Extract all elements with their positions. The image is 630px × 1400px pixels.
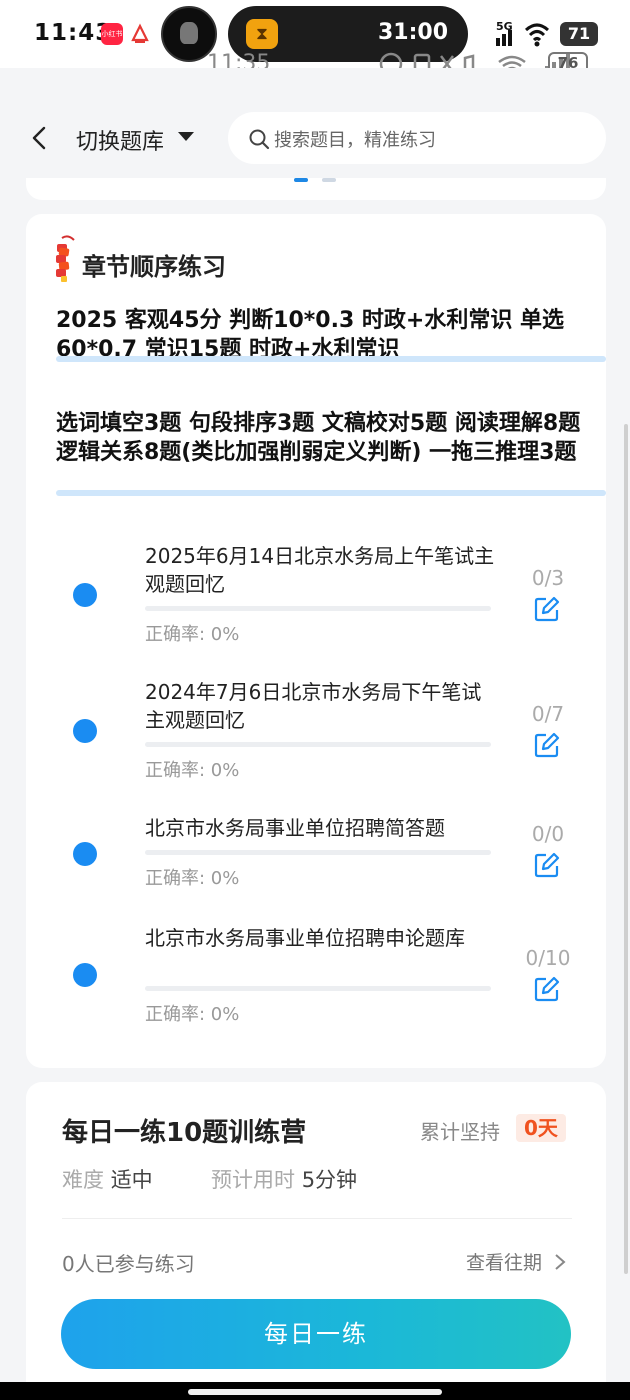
time-value: 5分钟	[301, 1168, 358, 1192]
signal-icon	[496, 23, 550, 47]
persist-label: 累计坚持	[420, 1120, 500, 1144]
timer-value: 31:00	[377, 20, 448, 45]
item-title[interactable]: 2024年7月6日北京市水务局下午笔试主观题回忆	[145, 678, 495, 734]
item-accuracy: 正确率: 0%	[145, 1004, 240, 1025]
note-underline	[56, 356, 606, 362]
bank-note-2: 选词填空3题 句段排序3题 文稿校对5题 阅读理解8题 逻辑关系8题(类比加强削…	[56, 411, 581, 465]
caret-down-icon[interactable]	[178, 132, 194, 141]
daily-title: 每日一练10题训练营	[62, 1118, 307, 1148]
item-count: 0/10	[525, 946, 571, 970]
chapter-practice-card: 章节顺序练习 2025 客观45分 判断10*0.3 时政+水利常识 单选60*…	[26, 214, 606, 1068]
scrollbar[interactable]	[624, 424, 628, 1274]
item-dot	[73, 963, 97, 987]
status-bar: 11:43 小红书 ⧗ 31:00 11:35 76 5G 71	[0, 0, 630, 76]
edit-icon[interactable]	[534, 976, 560, 1002]
item-accuracy: 正确率: 0%	[145, 624, 240, 645]
pager-dot-active	[294, 178, 308, 182]
time-meta: 预计用时 5分钟	[211, 1164, 357, 1194]
item-title[interactable]: 北京市水务局事业单位招聘简答题	[145, 814, 495, 842]
pager-dot	[322, 178, 336, 182]
item-count: 0/3	[531, 566, 565, 590]
item-title[interactable]: 北京市水务局事业单位招聘申论题库	[145, 924, 495, 952]
chevron-right-icon[interactable]	[554, 1253, 566, 1271]
search-input[interactable]: 搜索题目，精准练习	[228, 112, 606, 164]
progress-bar	[145, 850, 491, 855]
item-dot	[73, 842, 97, 866]
daily-practice-button[interactable]: 每日一练	[61, 1299, 571, 1369]
app-notification-icon	[129, 23, 151, 45]
app-screen: { "status_bar": { "time": "11:43", "xhs_…	[0, 0, 630, 1400]
xiaohongshu-icon: 小红书	[101, 23, 123, 45]
item-dot	[73, 719, 97, 743]
note-underline	[56, 490, 606, 496]
back-arrow-icon[interactable]	[28, 126, 52, 150]
switch-bank-button[interactable]: 切换题库	[76, 124, 164, 156]
system-nav-bar	[0, 1382, 630, 1400]
participants-count: 0人已参与练习	[62, 1252, 195, 1276]
daily-practice-card: 每日一练10题训练营 累计坚持 0天 难度 适中 预计用时 5分钟 0人已参与练…	[26, 1082, 606, 1392]
difficulty-label: 难度	[62, 1168, 104, 1192]
item-title[interactable]: 2025年6月14日北京水务局上午笔试主观题回忆	[145, 542, 495, 598]
progress-bar	[145, 986, 491, 991]
difficulty-value: 适中	[110, 1168, 153, 1192]
edit-icon[interactable]	[534, 732, 560, 758]
battery-indicator: 71	[560, 22, 598, 46]
firecracker-icon	[56, 235, 75, 282]
time-label: 预计用时	[211, 1168, 295, 1192]
search-placeholder: 搜索题目，精准练习	[274, 130, 436, 151]
history-link[interactable]: 查看往期	[466, 1248, 542, 1275]
home-handle[interactable]	[188, 1389, 442, 1395]
persist-badge: 0天	[516, 1114, 566, 1142]
item-accuracy: 正确率: 0%	[145, 760, 240, 781]
hourglass-icon: ⧗	[246, 19, 278, 49]
item-count: 0/0	[531, 822, 565, 846]
chapter-title: 章节顺序练习	[82, 253, 226, 281]
item-count: 0/7	[531, 702, 565, 726]
search-icon	[249, 129, 270, 150]
edit-icon[interactable]	[534, 596, 560, 622]
edit-icon[interactable]	[534, 852, 560, 878]
item-dot	[73, 583, 97, 607]
progress-bar	[145, 742, 491, 747]
difficulty-meta: 难度 适中	[62, 1164, 153, 1194]
banner-card	[26, 178, 606, 200]
divider	[62, 1218, 572, 1219]
top-header: 切换题库 搜索题目，精准练习	[0, 68, 630, 178]
item-accuracy: 正确率: 0%	[145, 868, 240, 889]
progress-bar	[145, 606, 491, 611]
